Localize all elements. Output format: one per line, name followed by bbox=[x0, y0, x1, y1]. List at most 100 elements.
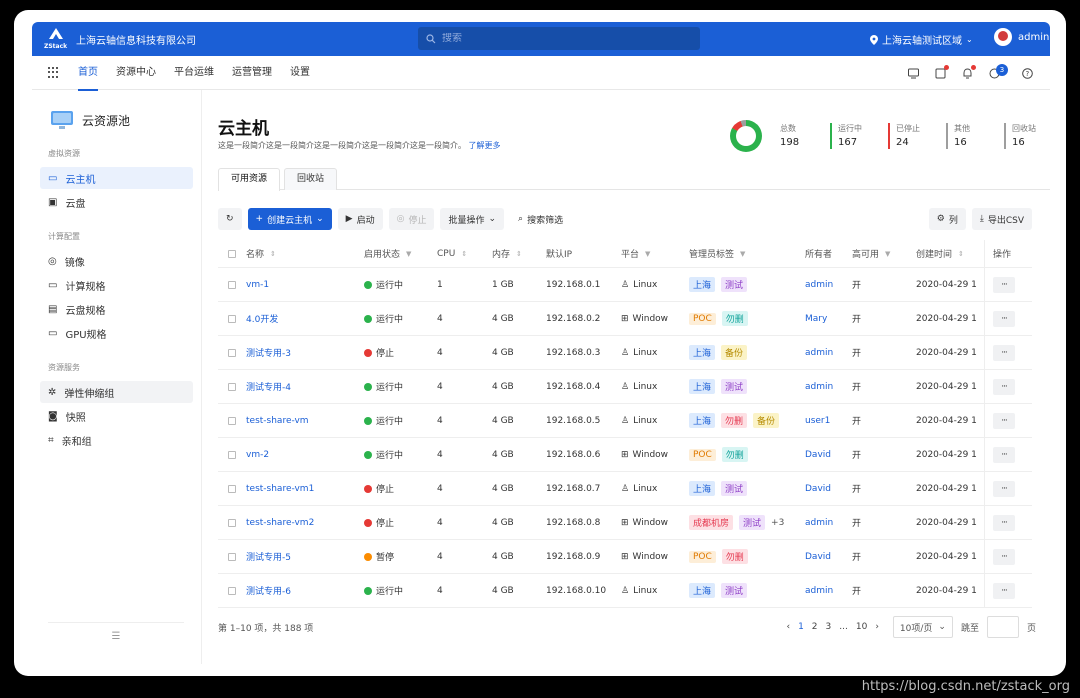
vm-owner-link[interactable]: David bbox=[805, 552, 831, 562]
sidebar-item-compute-spec[interactable]: ▭ 计算规格 bbox=[40, 274, 193, 296]
table-row[interactable]: 测试专用-4 运行中 4 4 GB 192.168.0.4 ♙ Linux 上海 测试 admin… bbox=[218, 370, 1032, 404]
admin-tag[interactable]: 勿删 bbox=[721, 311, 748, 326]
admin-tag[interactable]: 上海 bbox=[689, 583, 716, 598]
vm-name-link[interactable]: test-share-vm1 bbox=[246, 484, 314, 494]
refresh-button[interactable]: ↻ bbox=[218, 208, 242, 230]
header-cpu[interactable]: CPU bbox=[437, 249, 455, 259]
page-3[interactable]: 3 bbox=[826, 622, 832, 632]
vm-name-link[interactable]: test-share-vm2 bbox=[246, 518, 314, 528]
row-more-button[interactable]: ··· bbox=[993, 412, 1015, 429]
search-filter-button[interactable]: ⌕ 搜索筛选 bbox=[510, 208, 571, 230]
global-search[interactable] bbox=[418, 27, 700, 50]
vm-name-link[interactable]: 测试专用-6 bbox=[246, 584, 291, 597]
sidebar-collapse[interactable]: ☰ bbox=[48, 622, 184, 642]
vm-name-link[interactable]: vm-2 bbox=[246, 450, 269, 460]
next-page-icon[interactable]: › bbox=[875, 622, 879, 632]
row-more-button[interactable]: ··· bbox=[993, 548, 1015, 565]
row-checkbox[interactable] bbox=[228, 484, 236, 493]
row-checkbox[interactable] bbox=[228, 280, 236, 289]
sidebar-item-disk[interactable]: ▣ 云盘 bbox=[40, 191, 193, 213]
admin-tag[interactable]: 上海 bbox=[689, 379, 716, 394]
header-name[interactable]: 名称 bbox=[246, 247, 264, 260]
tab-recycle-bin[interactable]: 回收站 bbox=[284, 168, 338, 190]
row-more-button[interactable]: ··· bbox=[993, 480, 1015, 497]
admin-tag[interactable]: POC bbox=[689, 550, 716, 563]
vm-owner-link[interactable]: David bbox=[805, 484, 831, 494]
batch-ops-button[interactable]: 批量操作 ⌄ bbox=[440, 208, 505, 230]
vm-owner-link[interactable]: David bbox=[805, 450, 831, 460]
row-more-button[interactable]: ··· bbox=[993, 378, 1015, 395]
region-selector[interactable]: 上海云轴测试区域 ⌄ bbox=[870, 32, 973, 47]
admin-tag[interactable]: POC bbox=[689, 312, 716, 325]
admin-tag[interactable]: 上海 bbox=[689, 413, 716, 428]
admin-tag[interactable]: 测试 bbox=[721, 583, 748, 598]
vm-name-link[interactable]: vm-1 bbox=[246, 280, 269, 290]
filter-icon[interactable]: ▼ bbox=[645, 250, 650, 258]
help-icon[interactable]: ? bbox=[1021, 67, 1034, 80]
sort-icon[interactable]: ⇕ bbox=[516, 250, 522, 258]
create-vm-button[interactable]: + 创建云主机 ⌄ bbox=[247, 208, 332, 230]
table-row[interactable]: 测试专用-5 暂停 4 4 GB 192.168.0.9 ⊞ Window POC 勿删 Davi… bbox=[218, 540, 1032, 574]
header-memory[interactable]: 内存 bbox=[492, 247, 510, 260]
task-icon[interactable] bbox=[934, 64, 949, 80]
row-more-button[interactable]: ··· bbox=[993, 310, 1015, 327]
admin-tag[interactable]: POC bbox=[689, 448, 716, 461]
user-menu[interactable]: admin bbox=[994, 28, 1049, 46]
vm-name-link[interactable]: 测试专用-4 bbox=[246, 380, 291, 393]
row-checkbox[interactable] bbox=[228, 450, 236, 459]
prev-page-icon[interactable]: ‹ bbox=[786, 622, 790, 632]
admin-tag[interactable]: 上海 bbox=[689, 277, 716, 292]
sidebar-item-affinity[interactable]: ⌗ 亲和组 bbox=[40, 429, 193, 451]
tab-available[interactable]: 可用资源 bbox=[218, 168, 281, 191]
vm-owner-link[interactable]: admin bbox=[805, 518, 833, 528]
table-row[interactable]: 测试专用-6 运行中 4 4 GB 192.168.0.10 ♙ Linux 上海 测试 admi… bbox=[218, 574, 1032, 608]
vm-name-link[interactable]: 4.0开发 bbox=[246, 312, 278, 325]
row-more-button[interactable]: ··· bbox=[993, 344, 1015, 361]
vm-owner-link[interactable]: Mary bbox=[805, 314, 827, 324]
row-more-button[interactable]: ··· bbox=[993, 582, 1015, 599]
row-checkbox[interactable] bbox=[228, 314, 236, 323]
table-row[interactable]: test-share-vm1 停止 4 4 GB 192.168.0.7 ♙ Linux 上海… bbox=[218, 472, 1032, 506]
row-checkbox[interactable] bbox=[228, 416, 236, 425]
admin-tag[interactable]: 备份 bbox=[721, 345, 748, 360]
vm-owner-link[interactable]: admin bbox=[805, 382, 833, 392]
app-grid-icon[interactable] bbox=[48, 66, 60, 79]
filter-icon[interactable]: ▼ bbox=[885, 250, 890, 258]
row-checkbox[interactable] bbox=[228, 518, 236, 527]
export-csv-button[interactable]: ⤓ 导出CSV bbox=[971, 208, 1032, 230]
page-1[interactable]: 1 bbox=[798, 622, 804, 632]
row-checkbox[interactable] bbox=[228, 586, 236, 595]
page-ellipsis[interactable]: ... bbox=[839, 622, 848, 632]
admin-tag[interactable]: 勿删 bbox=[721, 549, 748, 564]
table-row[interactable]: test-share-vm2 停止 4 4 GB 192.168.0.8 ⊞ Window 成… bbox=[218, 506, 1032, 540]
sort-icon[interactable]: ⇕ bbox=[270, 250, 276, 258]
row-more-button[interactable]: ··· bbox=[993, 276, 1015, 293]
admin-tag[interactable]: 勿删 bbox=[721, 413, 748, 428]
start-button[interactable]: ▶ 启动 bbox=[337, 208, 383, 230]
sidebar-item-vm[interactable]: ▭ 云主机 bbox=[40, 167, 193, 189]
table-row[interactable]: test-share-vm 运行中 4 4 GB 192.168.0.5 ♙ Linux 上海… bbox=[218, 404, 1032, 438]
more-tags-count[interactable]: +3 bbox=[771, 518, 784, 528]
sidebar-item-gpu-spec[interactable]: ▭ GPU规格 bbox=[40, 322, 193, 344]
vm-owner-link[interactable]: admin bbox=[805, 280, 833, 290]
admin-tag[interactable]: 测试 bbox=[721, 481, 748, 496]
table-row[interactable]: 测试专用-3 停止 4 4 GB 192.168.0.3 ♙ Linux 上海 备份 admin 开… bbox=[218, 336, 1032, 370]
vm-name-link[interactable]: 测试专用-5 bbox=[246, 550, 291, 563]
nav-platform-ops[interactable]: 平台运维 bbox=[174, 56, 214, 90]
row-checkbox[interactable] bbox=[228, 382, 236, 391]
learn-more-link[interactable]: 了解更多 bbox=[469, 141, 501, 150]
sidebar-item-autoscale[interactable]: ✲ 弹性伸缩组 bbox=[40, 381, 193, 403]
filter-icon[interactable]: ▼ bbox=[406, 250, 411, 258]
select-all-checkbox[interactable] bbox=[228, 249, 236, 258]
row-checkbox[interactable] bbox=[228, 348, 236, 357]
notification-icon[interactable]: 3 bbox=[988, 63, 1008, 80]
filter-icon[interactable]: ▼ bbox=[740, 250, 745, 258]
header-created[interactable]: 创建时间 bbox=[916, 247, 952, 260]
admin-tag[interactable]: 上海 bbox=[689, 345, 716, 360]
nav-operation-mgmt[interactable]: 运营管理 bbox=[232, 56, 272, 90]
vm-owner-link[interactable]: admin bbox=[805, 586, 833, 596]
sort-icon[interactable]: ⇕ bbox=[958, 250, 964, 258]
nav-resource-center[interactable]: 资源中心 bbox=[116, 56, 156, 90]
table-row[interactable]: 4.0开发 运行中 4 4 GB 192.168.0.2 ⊞ Window POC 勿删 Mary… bbox=[218, 302, 1032, 336]
sidebar-item-disk-spec[interactable]: ▤ 云盘规格 bbox=[40, 298, 193, 320]
